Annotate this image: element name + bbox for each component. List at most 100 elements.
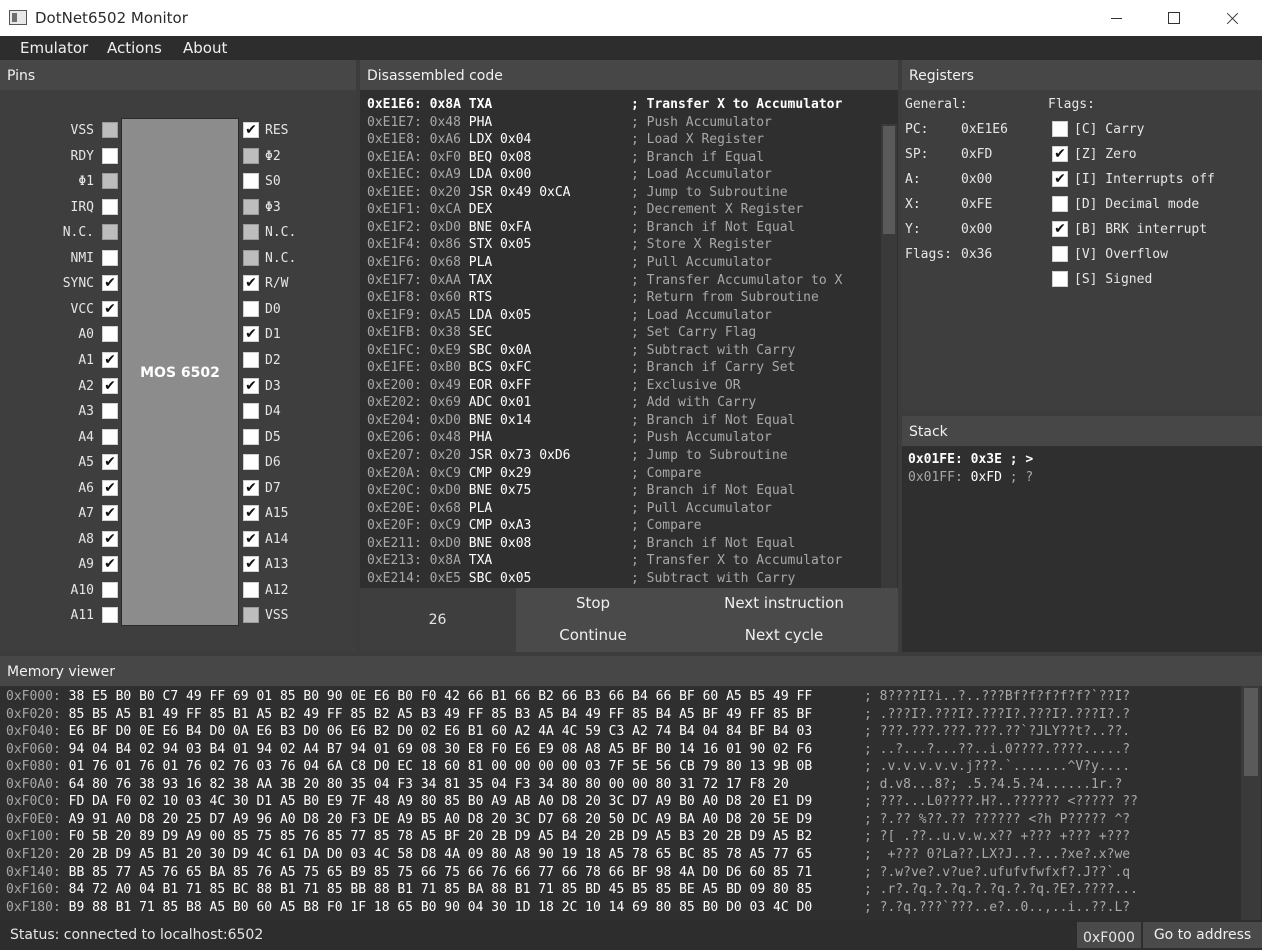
pin-label: A12: [265, 582, 289, 598]
memory-scrollbar-thumb[interactable]: [1244, 688, 1258, 776]
pin-label: D2: [265, 352, 281, 368]
disassembly-line[interactable]: 0xE1FC: 0xE9 SBC 0x0A ; Subtract with Car…: [367, 343, 877, 361]
pin-checkbox[interactable]: [243, 454, 259, 471]
disassembly-line[interactable]: 0xE1E8: 0xA6 LDX 0x04 ; Load X Register: [367, 132, 877, 150]
disassembly-line[interactable]: 0xE204: 0xD0 BNE 0x14 ; Branch if Not Equ…: [367, 413, 877, 431]
pin-right-n-c: N.C.: [0, 249, 356, 268]
pin-checkbox[interactable]: [243, 173, 259, 190]
instruction-address: 0xE200: 0x49: [367, 377, 461, 393]
disassembly-line[interactable]: 0xE1E7: 0x48 PHA ; Push Accumulator: [367, 115, 877, 133]
disassembly-line[interactable]: 0xE20E: 0x68 PLA ; Pull Accumulator: [367, 501, 877, 519]
memory-row[interactable]: 0xF0A0: 64 80 76 38 93 16 82 38 AA 3B 20…: [6, 777, 1236, 795]
instruction-address: 0xE1F2: 0xD0: [367, 219, 461, 235]
disassembly-line[interactable]: 0xE20F: 0xC9 CMP 0xA3 ; Compare: [367, 518, 877, 536]
pins-panel: Pins MOS 6502 VSS RDY Φ1 IRQ N.C. NMI SYNC ✔ VCC…: [0, 60, 356, 652]
pin-label: D4: [265, 404, 281, 420]
minimize-button[interactable]: [1088, 0, 1146, 36]
disassembly-line[interactable]: 0xE1F4: 0x86 STX 0x05 ; Store X Register: [367, 237, 877, 255]
disassembly-listing[interactable]: 0xE1E6: 0x8A TXA ; Transfer X to Accumula…: [360, 90, 898, 588]
memory-bytes: E6 BF D0 0E E6 B4 D0 0A E6 B3 D0 06 E6 B…: [68, 724, 813, 740]
pin-checkbox[interactable]: [243, 300, 259, 317]
go-to-address-button[interactable]: Go to address: [1143, 922, 1262, 948]
address-input[interactable]: [1077, 922, 1141, 948]
disassembly-line[interactable]: 0xE1F6: 0x68 PLA ; Pull Accumulator: [367, 255, 877, 273]
disassembly-line[interactable]: 0xE1F1: 0xCA DEX ; Decrement X Register: [367, 202, 877, 220]
disassembly-scrollbar[interactable]: [881, 124, 897, 588]
memory-row[interactable]: 0xF080: 01 76 01 76 01 76 02 76 03 76 04…: [6, 759, 1236, 777]
memory-listing[interactable]: 0xF000: 38 E5 B0 B0 C7 49 FF 69 01 85 B0…: [0, 686, 1262, 920]
memory-row[interactable]: 0xF040: E6 BF D0 0E E6 B4 D0 0A E6 B3 D0…: [6, 724, 1236, 742]
menu-actions[interactable]: Actions: [107, 39, 162, 57]
next-cycle-button[interactable]: Next cycle: [670, 620, 898, 652]
memory-row[interactable]: 0xF000: 38 E5 B0 B0 C7 49 FF 69 01 85 B0…: [6, 689, 1236, 707]
disassembly-line[interactable]: 0xE1F2: 0xD0 BNE 0xFA ; Branch if Not Equ…: [367, 220, 877, 238]
flag-checkbox[interactable]: [1052, 121, 1068, 137]
stop-button[interactable]: Stop: [516, 588, 670, 620]
pin-checkbox[interactable]: ✔: [243, 556, 259, 573]
disassembly-line[interactable]: 0xE1EA: 0xF0 BEQ 0x08 ; Branch if Equal: [367, 150, 877, 168]
disassembly-line[interactable]: 0xE1F7: 0xAA TAX ; Transfer Accumulator t…: [367, 273, 877, 291]
disassembly-line[interactable]: 0xE214: 0xE5 SBC 0x05 ; Subtract with Car…: [367, 571, 877, 588]
pin-checkbox[interactable]: ✔: [243, 479, 259, 496]
menu-emulator[interactable]: Emulator: [20, 39, 88, 57]
flag-checkbox[interactable]: [1052, 271, 1068, 287]
disassembly-scrollbar-thumb[interactable]: [883, 126, 895, 234]
disassembly-line[interactable]: 0xE1EC: 0xA9 LDA 0x00 ; Load Accumulator: [367, 167, 877, 185]
disassembly-line[interactable]: 0xE207: 0x20 JSR 0x73 0xD6 ; Jump to Subr…: [367, 448, 877, 466]
next-instruction-button[interactable]: Next instruction: [670, 588, 898, 620]
disassembly-line[interactable]: 0xE206: 0x48 PHA ; Push Accumulator: [367, 430, 877, 448]
flag-checkbox[interactable]: ✔: [1052, 171, 1068, 187]
pin-checkbox[interactable]: [243, 581, 259, 598]
pin-checkbox[interactable]: [243, 403, 259, 420]
flag-checkbox[interactable]: [1052, 246, 1068, 262]
memory-header: Memory viewer: [0, 656, 1262, 686]
pin-checkbox[interactable]: ✔: [243, 275, 259, 292]
memory-row[interactable]: 0xF100: F0 5B 20 89 D9 A9 00 85 75 85 76…: [6, 829, 1236, 847]
memory-row[interactable]: 0xF120: 20 2B D9 A5 B1 20 30 D9 4C 61 DA…: [6, 847, 1236, 865]
disassembly-line[interactable]: 0xE1F9: 0xA5 LDA 0x05 ; Load Accumulator: [367, 308, 877, 326]
maximize-button[interactable]: [1145, 0, 1203, 36]
pin-checkbox[interactable]: ✔: [243, 326, 259, 343]
disassembly-line[interactable]: 0xE1FE: 0xB0 BCS 0xFC ; Branch if Carry S…: [367, 360, 877, 378]
memory-row[interactable]: 0xF060: 94 04 B4 02 94 03 B4 01 94 02 A4…: [6, 742, 1236, 760]
pin-checkbox[interactable]: ✔: [243, 530, 259, 547]
disassembly-line[interactable]: 0xE1FB: 0x38 SEC ; Set Carry Flag: [367, 325, 877, 343]
disassembly-line[interactable]: 0xE20A: 0xC9 CMP 0x29 ; Compare: [367, 466, 877, 484]
memory-row[interactable]: 0xF140: BB 85 77 A5 76 65 BA 85 76 A5 75…: [6, 865, 1236, 883]
menu-about[interactable]: About: [183, 39, 227, 57]
stack-line[interactable]: 0x01FE: 0x3E ; >: [908, 452, 1033, 467]
memory-row[interactable]: 0xF0C0: FD DA F0 02 10 03 4C 30 D1 A5 B0…: [6, 794, 1236, 812]
memory-row[interactable]: 0xF180: B9 88 B1 71 85 B8 A5 B0 60 A5 B8…: [6, 900, 1236, 918]
flag-checkbox[interactable]: [1052, 196, 1068, 212]
disassembly-line[interactable]: 0xE200: 0x49 EOR 0xFF ; Exclusive OR: [367, 378, 877, 396]
instruction-comment: ; Push Accumulator: [631, 430, 772, 446]
stack-header: Stack: [902, 416, 1262, 446]
window-title: DotNet6502 Monitor: [35, 9, 188, 27]
disassembly-line[interactable]: 0xE1F8: 0x60 RTS ; Return from Subroutine: [367, 290, 877, 308]
close-button[interactable]: [1203, 0, 1261, 36]
stack-line[interactable]: 0x01FF: 0xFD ; ?: [908, 470, 1033, 485]
memory-row[interactable]: 0xF020: 85 B5 A5 B1 49 FF 85 B1 A5 B2 49…: [6, 707, 1236, 725]
disassembly-line[interactable]: 0xE1EE: 0x20 JSR 0x49 0xCA ; Jump to Subr…: [367, 185, 877, 203]
memory-row[interactable]: 0xF0E0: A9 91 A0 D8 20 25 D7 A9 96 A0 D8…: [6, 812, 1236, 830]
disassembly-line[interactable]: 0xE211: 0xD0 BNE 0x08 ; Branch if Not Equ…: [367, 536, 877, 554]
pin-checkbox[interactable]: ✔: [243, 377, 259, 394]
disassembly-line[interactable]: 0xE213: 0x8A TXA ; Transfer X to Accumula…: [367, 553, 877, 571]
flag-checkbox[interactable]: ✔: [1052, 221, 1068, 237]
pin-right-3: Φ3: [0, 198, 356, 217]
instruction-comment: ; Exclusive OR: [631, 377, 741, 393]
flag-checkbox[interactable]: ✔: [1052, 146, 1068, 162]
pin-right-d4: D4: [0, 403, 356, 421]
pin-checkbox[interactable]: [243, 351, 259, 368]
disassembly-line[interactable]: 0xE202: 0x69 ADC 0x01 ; Add with Carry: [367, 395, 877, 413]
pin-checkbox[interactable]: ✔: [243, 505, 259, 522]
memory-scrollbar[interactable]: [1241, 686, 1261, 920]
disassembly-line[interactable]: 0xE20C: 0xD0 BNE 0x75 ; Branch if Not Equ…: [367, 483, 877, 501]
memory-row[interactable]: 0xF160: 84 72 A0 04 B1 71 85 BC 88 B1 71…: [6, 882, 1236, 900]
stack-listing[interactable]: 0x01FE: 0x3E ; > 0x01FF: 0xFD ; ?: [902, 446, 1262, 652]
continue-button[interactable]: Continue: [516, 620, 670, 652]
pin-checkbox[interactable]: [243, 428, 259, 445]
memory-bytes: 84 72 A0 04 B1 71 85 BC 88 B1 71 85 BB 8…: [68, 882, 813, 898]
disassembly-line[interactable]: 0xE1E6: 0x8A TXA ; Transfer X to Accumula…: [367, 97, 877, 115]
pin-checkbox[interactable]: ✔: [243, 122, 259, 138]
